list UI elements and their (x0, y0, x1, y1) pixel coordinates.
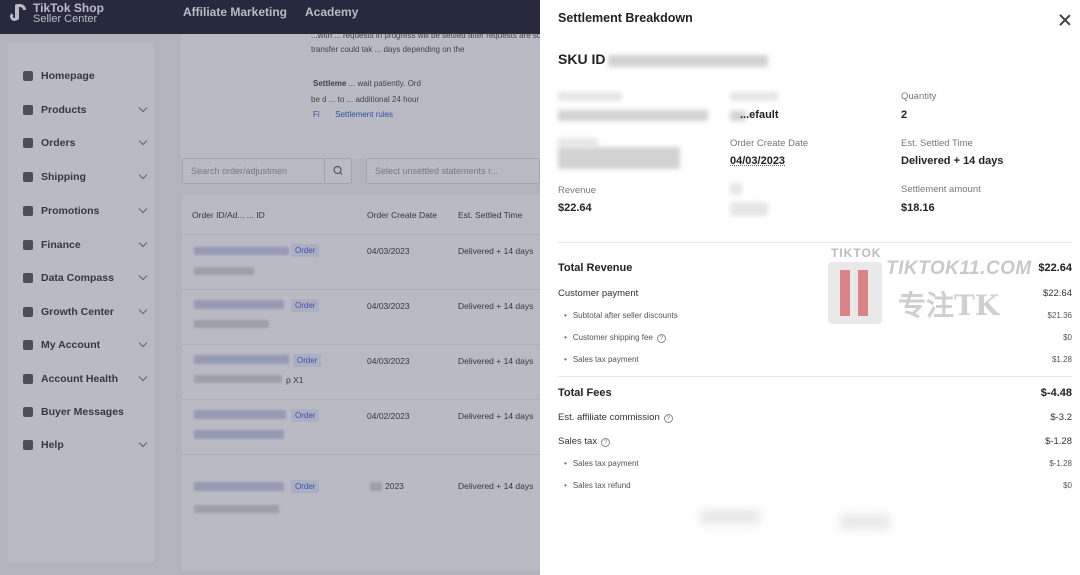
modal-backdrop[interactable] (0, 0, 540, 575)
drawer-title: Settlement Breakdown (558, 11, 693, 25)
quantity-label: Quantity (901, 91, 937, 102)
affiliate-commission-value: $-3.2 (1050, 412, 1072, 423)
customer-shipping-fee-value: $0 (1063, 333, 1072, 342)
customer-shipping-fee-label: Customer shipping fee (572, 333, 653, 342)
total-fees-label: Total Fees (558, 387, 612, 399)
est-settled-time-label: Est. Settled Time (901, 138, 973, 149)
watermark-logo-icon (828, 262, 882, 324)
redacted-label (558, 92, 622, 101)
divider (558, 376, 1072, 377)
watermark-chinese: 专注TK (898, 289, 1000, 322)
quantity-value: 2 (901, 109, 908, 121)
revenue-value: $22.64 (558, 202, 592, 214)
sku-id-value-redacted (608, 55, 768, 67)
watermark-small-text: TIKTOK (831, 246, 882, 260)
watermark: TIKTOK TIKTOK11.COM 专注TK (828, 246, 1058, 330)
sales-tax-refund-value: $0 (1063, 481, 1072, 490)
close-icon[interactable] (1059, 14, 1071, 26)
fee-sales-tax-payment-value: $-1.28 (1049, 459, 1072, 468)
blurred-content (700, 510, 760, 524)
sales-tax-refund-label: Sales tax refund (564, 481, 631, 490)
fee-sales-tax-payment-label: Sales tax payment (564, 459, 639, 468)
customer-shipping-fee-row: Customer shipping fee? (564, 333, 666, 343)
redacted-label (558, 138, 598, 147)
order-create-date-label: Order Create Date (730, 138, 809, 149)
sku-id-label: SKU ID (558, 51, 606, 67)
order-create-date-value: 04/03/2023 (730, 155, 786, 167)
redacted-value (558, 147, 680, 169)
sales-tax-payment-value: $1.28 (1051, 355, 1072, 364)
sales-tax-payment-label: Sales tax payment (564, 355, 639, 364)
sales-tax-label: Sales tax (558, 436, 598, 447)
affiliate-commission-row: Est. affiliate commission? (558, 412, 673, 423)
revenue-label: Revenue (558, 185, 597, 196)
redacted-label (730, 92, 778, 101)
settlement-amount-label: Settlement amount (901, 184, 981, 195)
est-settled-time-value: Delivered + 14 days (901, 155, 1004, 167)
redacted-value (730, 202, 768, 216)
sales-tax-value: $-1.28 (1045, 436, 1072, 447)
affiliate-commission-label: Est. affiliate commission (558, 412, 660, 423)
watermark-site: TIKTOK11.COM (886, 258, 1032, 279)
sales-tax-row: Sales tax? (558, 436, 611, 447)
customer-payment-label: Customer payment (558, 288, 639, 299)
blurred-content (840, 515, 890, 529)
redacted-label (730, 183, 742, 195)
info-icon[interactable]: ? (656, 334, 666, 343)
info-icon[interactable]: ? (663, 414, 673, 423)
total-fees-value: $-4.48 (1040, 387, 1072, 399)
divider (558, 242, 1072, 243)
info-icon[interactable]: ? (601, 438, 611, 447)
subtotal-label: Subtotal after seller discounts (564, 311, 678, 320)
total-revenue-label: Total Revenue (558, 262, 633, 274)
settlement-amount-value: $18.16 (901, 202, 935, 214)
variation-value: ...efault (740, 109, 779, 121)
redacted-value (558, 110, 708, 121)
